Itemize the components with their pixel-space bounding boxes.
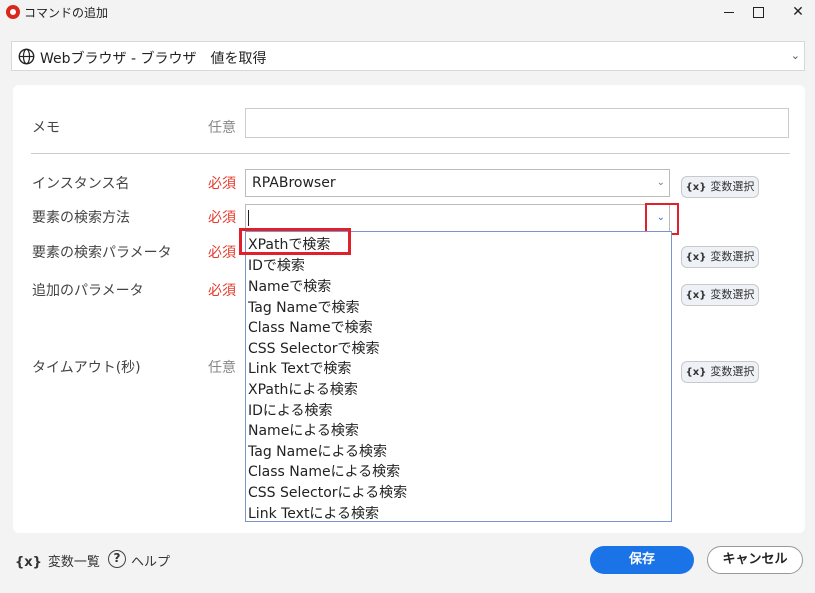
dropdown-option-class-name[interactable]: Class Nameで検索	[248, 317, 373, 337]
command-select[interactable]: Webブラウザ - ブラウザ 値を取得 ⌄	[11, 41, 805, 71]
instance-value: RPABrowser	[252, 175, 336, 191]
title-bar: コマンドの追加 ✕	[0, 0, 815, 24]
window-title: コマンドの追加	[24, 6, 109, 20]
app-icon	[6, 5, 20, 19]
timeout-label: タイムアウト(秒)	[32, 360, 141, 376]
timeout-optional-badge: 任意	[208, 360, 236, 376]
dropdown-option-tag-name-by[interactable]: Tag Nameによる検索	[248, 441, 387, 461]
var-select-label: 変数選択	[710, 250, 755, 263]
extra-param-label: 追加のパラメータ	[32, 283, 144, 299]
save-button[interactable]: 保存	[590, 546, 694, 574]
instance-var-select-button[interactable]: {x} 変数選択	[681, 176, 759, 198]
help-link[interactable]: ヘルプ	[131, 551, 170, 570]
search-param-label: 要素の検索パラメータ	[32, 245, 172, 261]
dropdown-option-id[interactable]: IDで検索	[248, 255, 305, 275]
memo-label: メモ	[32, 120, 60, 136]
search-param-var-select-button[interactable]: {x} 変数選択	[681, 246, 759, 268]
dropdown-option-css-selector-by[interactable]: CSS Selectorによる検索	[248, 482, 407, 502]
variable-list-link[interactable]: {x} 変数一覧	[15, 551, 100, 570]
var-select-label: 変数選択	[710, 288, 755, 301]
chevron-down-icon[interactable]: ⌄	[791, 49, 800, 62]
dropdown-option-xpath-by[interactable]: XPathによる検索	[248, 379, 358, 399]
memo-optional-badge: 任意	[208, 120, 236, 136]
chevron-down-icon[interactable]: ⌄	[657, 177, 665, 188]
instance-label: インスタンス名	[32, 176, 130, 192]
var-select-label: 変数選択	[710, 180, 755, 193]
var-select-label: 変数選択	[710, 365, 755, 378]
timeout-var-select-button[interactable]: {x} 変数選択	[681, 361, 759, 383]
close-button[interactable]: ✕	[775, 0, 815, 24]
cancel-button[interactable]: キャンセル	[707, 546, 803, 574]
dropdown-option-css-selector[interactable]: CSS Selectorで検索	[248, 338, 380, 358]
text-caret	[248, 210, 249, 226]
help-icon[interactable]: ?	[108, 550, 126, 568]
search-method-dropdown: XPathで検索 IDで検索 Nameで検索 Tag Nameで検索 Class…	[245, 231, 672, 522]
memo-input[interactable]	[245, 108, 789, 138]
dropdown-option-name[interactable]: Nameで検索	[248, 276, 331, 296]
extra-param-var-select-button[interactable]: {x} 変数選択	[681, 284, 759, 306]
globe-icon	[18, 48, 35, 65]
dropdown-option-class-name-by[interactable]: Class Nameによる検索	[248, 461, 400, 481]
dropdown-option-name-by[interactable]: Nameによる検索	[248, 420, 359, 440]
dropdown-option-link-text[interactable]: Link Textで検索	[248, 358, 351, 378]
search-method-required-badge: 必須	[208, 210, 236, 226]
instance-select[interactable]: RPABrowser ⌄	[245, 169, 670, 197]
variable-list-label: 変数一覧	[47, 555, 100, 570]
search-param-required-badge: 必須	[208, 245, 236, 261]
option-highlight-box	[239, 228, 351, 255]
instance-required-badge: 必須	[208, 176, 236, 192]
dropdown-option-link-text-by[interactable]: Link Textによる検索	[248, 503, 379, 523]
variable-icon: {x}	[685, 367, 707, 378]
variable-icon: {x}	[685, 252, 707, 263]
divider	[31, 153, 790, 154]
extra-param-required-badge: 必須	[208, 283, 236, 299]
variable-icon: {x}	[15, 555, 42, 570]
search-method-label: 要素の検索方法	[32, 210, 130, 226]
dropdown-option-tag-name[interactable]: Tag Nameで検索	[248, 297, 359, 317]
dropdown-option-id-by[interactable]: IDによる検索	[248, 400, 333, 420]
command-label: Webブラウザ - ブラウザ 値を取得	[40, 51, 267, 67]
variable-icon: {x}	[685, 182, 707, 193]
variable-icon: {x}	[685, 290, 707, 301]
